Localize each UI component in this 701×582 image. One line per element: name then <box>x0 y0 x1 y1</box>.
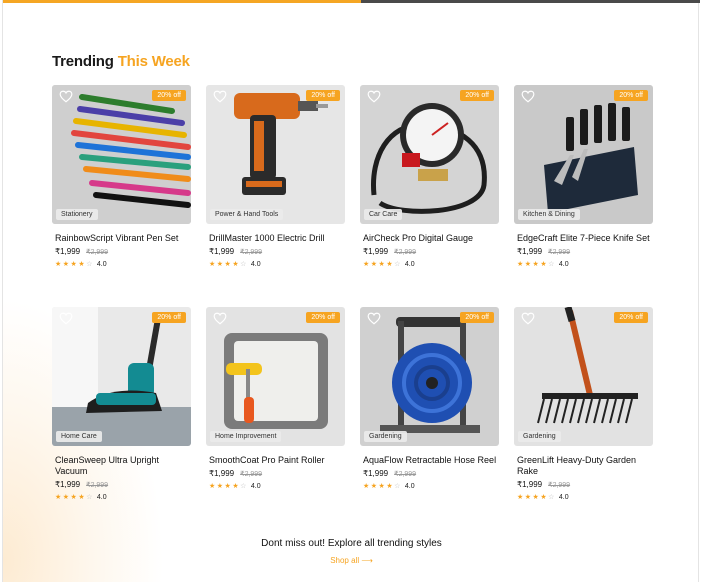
product-name[interactable]: AquaFlow Retractable Hose Reel <box>360 455 498 466</box>
product-mrp: ₹2,999 <box>548 249 571 256</box>
heart-icon[interactable] <box>367 90 381 103</box>
product-mrp: ₹2,999 <box>86 482 109 489</box>
category-tag: Home Care <box>56 431 102 442</box>
product-mrp: ₹2,999 <box>394 471 417 478</box>
discount-badge: 20% off <box>460 312 494 323</box>
section-title: Trending This Week <box>52 53 190 70</box>
product-card[interactable]: 20% off Kitchen & Dining EdgeCraft Elite… <box>514 85 654 268</box>
heart-icon[interactable] <box>367 312 381 325</box>
category-tag: Power & Hand Tools <box>210 209 284 220</box>
star-rating-icons: ★★★★☆ <box>209 261 248 268</box>
product-image[interactable]: 20% off Kitchen & Dining <box>514 85 653 224</box>
heart-icon[interactable] <box>213 90 227 103</box>
product-name[interactable]: SmoothCoat Pro Paint Roller <box>206 455 344 466</box>
rating-value: 4.0 <box>250 260 261 268</box>
category-tag: Gardening <box>364 431 407 442</box>
page: Trending This Week 20% off Stationery Ra… <box>2 0 700 582</box>
category-tag: Kitchen & Dining <box>518 209 580 220</box>
product-card[interactable]: 20% off Car Care AirCheck Pro Digital Ga… <box>360 85 500 268</box>
product-mrp: ₹2,999 <box>548 482 571 489</box>
product-image[interactable]: 20% off Gardening <box>514 307 653 446</box>
product-card[interactable]: 20% off Home Improvement SmoothCoat Pro … <box>206 307 346 490</box>
discount-badge: 20% off <box>306 90 340 101</box>
product-price: ₹1,999 <box>55 247 81 256</box>
category-tag: Car Care <box>364 209 403 220</box>
star-rating-icons: ★★★★☆ <box>517 261 556 268</box>
rating-value: 4.0 <box>558 260 569 268</box>
product-price: ₹1,999 <box>363 469 389 478</box>
category-tag: Stationery <box>56 209 98 220</box>
category-tag: Gardening <box>518 431 561 442</box>
product-price: ₹1,999 <box>209 247 235 256</box>
discount-badge: 20% off <box>614 312 648 323</box>
product-image[interactable]: 20% off Power & Hand Tools <box>206 85 345 224</box>
product-image[interactable]: 20% off Home Care <box>52 307 191 446</box>
star-rating-icons: ★★★★☆ <box>363 483 402 490</box>
category-tag: Home Improvement <box>210 431 282 442</box>
discount-badge: 20% off <box>614 90 648 101</box>
rating-value: 4.0 <box>404 482 415 490</box>
star-rating-icons: ★★★★☆ <box>55 261 94 268</box>
discount-badge: 20% off <box>152 312 186 323</box>
discount-badge: 20% off <box>306 312 340 323</box>
rating-value: 4.0 <box>250 482 261 490</box>
rating-value: 4.0 <box>558 493 569 501</box>
heart-icon[interactable] <box>59 90 73 103</box>
product-price: ₹1,999 <box>209 469 235 478</box>
product-name[interactable]: CleanSweep Ultra Upright Vacuum <box>52 455 190 477</box>
product-name[interactable]: RainbowScript Vibrant Pen Set <box>52 233 190 244</box>
product-price: ₹1,999 <box>55 480 81 489</box>
product-card[interactable]: 20% off Gardening GreenLift Heavy-Duty G… <box>514 307 654 501</box>
rating-value: 4.0 <box>404 260 415 268</box>
product-mrp: ₹2,999 <box>240 471 263 478</box>
heart-icon[interactable] <box>521 90 535 103</box>
heart-icon[interactable] <box>59 312 73 325</box>
product-card[interactable]: 20% off Home Care CleanSweep Ultra Uprig… <box>52 307 192 501</box>
product-mrp: ₹2,999 <box>394 249 417 256</box>
star-rating-icons: ★★★★☆ <box>363 261 402 268</box>
explore-cta-text: Dont miss out! Explore all trending styl… <box>261 538 442 549</box>
product-name[interactable]: EdgeCraft Elite 7-Piece Knife Set <box>514 233 652 244</box>
product-image[interactable]: 20% off Home Improvement <box>206 307 345 446</box>
shop-all-label[interactable]: Shop all <box>330 556 359 565</box>
product-image[interactable]: 20% off Car Care <box>360 85 499 224</box>
section-title-main: Trending <box>52 53 114 70</box>
product-name[interactable]: DrillMaster 1000 Electric Drill <box>206 233 344 244</box>
product-price: ₹1,999 <box>517 247 543 256</box>
product-image[interactable]: 20% off Gardening <box>360 307 499 446</box>
product-card[interactable]: 20% off Gardening AquaFlow Retractable H… <box>360 307 500 490</box>
top-banner-strip <box>3 0 700 3</box>
product-card[interactable]: 20% off Stationery RainbowScript Vibrant… <box>52 85 192 268</box>
product-mrp: ₹2,999 <box>240 249 263 256</box>
star-rating-icons: ★★★★☆ <box>517 494 556 501</box>
product-name[interactable]: GreenLift Heavy-Duty Garden Rake <box>514 455 652 477</box>
product-price: ₹1,999 <box>517 480 543 489</box>
arrow-right-icon[interactable]: ⟶ <box>361 556 372 565</box>
product-mrp: ₹2,999 <box>86 249 109 256</box>
rating-value: 4.0 <box>96 493 107 501</box>
product-name[interactable]: AirCheck Pro Digital Gauge <box>360 233 498 244</box>
shop-all-link[interactable]: Shop all ⟶ <box>3 556 700 565</box>
rating-value: 4.0 <box>96 260 107 268</box>
product-card[interactable]: 20% off Power & Hand Tools DrillMaster 1… <box>206 85 346 268</box>
heart-icon[interactable] <box>521 312 535 325</box>
section-title-accent: This Week <box>117 53 190 70</box>
star-rating-icons: ★★★★☆ <box>209 483 248 490</box>
star-rating-icons: ★★★★☆ <box>55 494 94 501</box>
discount-badge: 20% off <box>460 90 494 101</box>
product-price: ₹1,999 <box>363 247 389 256</box>
discount-badge: 20% off <box>152 90 186 101</box>
product-image[interactable]: 20% off Stationery <box>52 85 191 224</box>
heart-icon[interactable] <box>213 312 227 325</box>
